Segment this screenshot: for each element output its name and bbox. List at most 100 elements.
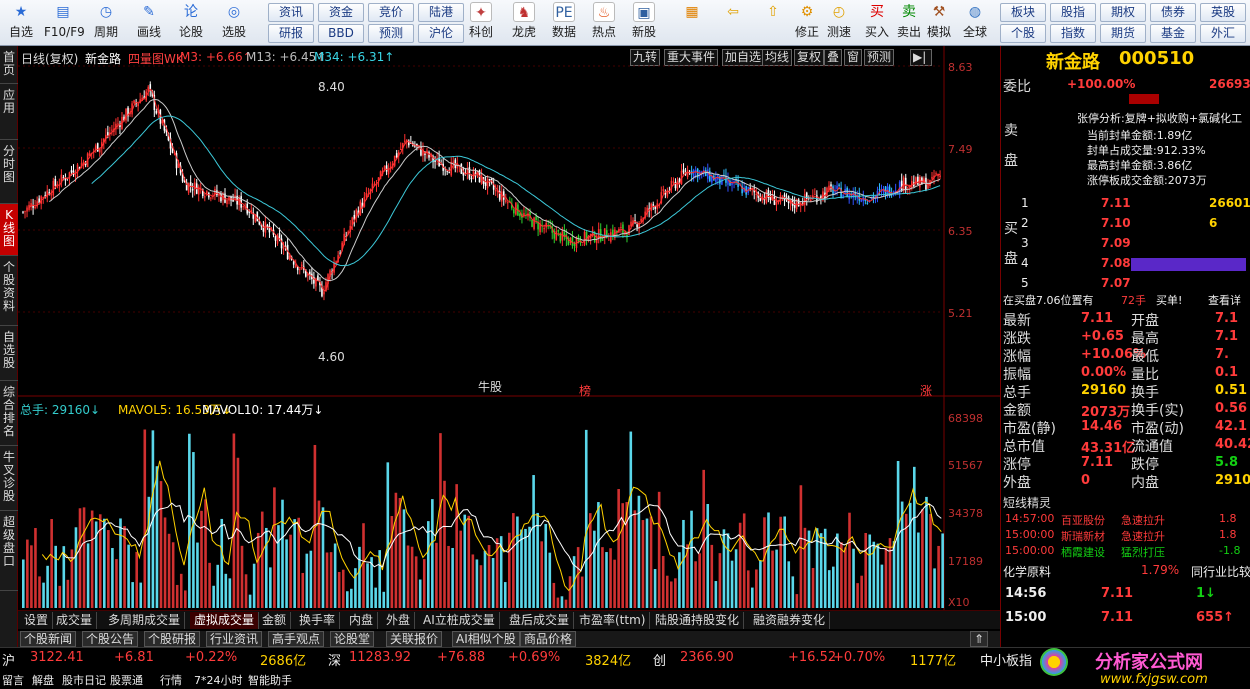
candlestick-svg[interactable] (18, 46, 1000, 610)
indicator-tab-8[interactable]: AI立桩成交量 (419, 612, 500, 629)
market-button-6[interactable]: 指数 (1050, 24, 1096, 43)
star-tool[interactable]: ★ 自选 (2, 2, 40, 44)
news-tab-1[interactable]: 个股公告 (82, 631, 139, 647)
news-tab-4[interactable]: 高手观点 (268, 631, 325, 647)
speed-tool[interactable]: ◴ 测速 (822, 2, 856, 44)
indicator-tab-7[interactable]: 外盘 (382, 612, 416, 629)
toolbar-button-4[interactable]: 研报 (268, 24, 314, 43)
sprite-stock[interactable]: 百亚股份 (1061, 512, 1105, 528)
left-tab-2[interactable]: 分时图 (0, 140, 18, 204)
toolbar-button-6[interactable]: 预测 (368, 24, 414, 43)
sz-index[interactable]: 11283.92 (349, 650, 411, 665)
limit-analysis[interactable]: 张停分析:复牌+拟收购+氯碱化工 (1077, 110, 1242, 126)
toolbar-button-5[interactable]: BBD (318, 24, 364, 43)
left-tab-8[interactable]: 超级盘口 (0, 511, 18, 591)
bottom-link-3[interactable]: 股票通 (110, 672, 143, 688)
toolbar-button-0[interactable]: 资讯 (268, 3, 314, 22)
new-stock-tool[interactable]: ▣ 新股 (625, 2, 663, 44)
news-tab-3[interactable]: 行业资讯 (206, 631, 263, 647)
sprite-title[interactable]: 短线精灵 (1003, 494, 1051, 511)
forum-tool[interactable]: 论论股 (172, 2, 210, 44)
indicator-tab-1[interactable]: 成交量 (52, 612, 98, 629)
indicator-tab-3[interactable]: 虚拟成交量 (190, 612, 260, 629)
bottom-link-5[interactable]: 7*24小时 (194, 672, 243, 688)
indicator-tab-5[interactable]: 换手率 (295, 612, 341, 629)
indicator-tab-0[interactable]: 设置 (20, 612, 54, 629)
sh-index[interactable]: 3122.41 (30, 650, 84, 665)
industry-compare[interactable]: 同行业比较 (1191, 563, 1250, 580)
news-tab-6[interactable]: 关联报价 (386, 631, 443, 647)
toolbar-button-7[interactable]: 沪伦 (418, 24, 464, 43)
book-price[interactable]: 7.08 (1101, 256, 1131, 270)
star-market-tool[interactable]: ✦ 科创 (462, 2, 500, 44)
buy-tool[interactable]: 买买入 (860, 2, 894, 44)
bottom-link-6[interactable]: 智能助手 (248, 672, 292, 688)
news-tab-2[interactable]: 个股研报 (144, 631, 201, 647)
book-price[interactable]: 7.07 (1101, 276, 1131, 290)
bottom-link-4[interactable]: 行情 (160, 672, 182, 688)
market-button-4[interactable]: 英股 (1200, 3, 1246, 22)
market-button-0[interactable]: 板块 (1000, 3, 1046, 22)
pen-tool[interactable]: ✎ 画线 (130, 2, 168, 44)
cy-index[interactable]: 2366.90 (680, 650, 734, 665)
hot-tool[interactable]: ♨ 热点 (585, 2, 623, 44)
market-button-8[interactable]: 基金 (1150, 24, 1196, 43)
left-tab-1[interactable]: 应用 (0, 84, 18, 140)
select-stock-tool[interactable]: ◎ 选股 (215, 2, 253, 44)
indicator-tab-12[interactable]: 融资融券变化 (749, 612, 831, 629)
market-button-5[interactable]: 个股 (1000, 24, 1046, 43)
f10-tool[interactable]: ▤ F10/F9 (44, 2, 85, 44)
bottom-link-2[interactable]: 股市日记 (62, 672, 106, 688)
fix-tool[interactable]: ⚙ 修正 (790, 2, 824, 44)
book-price[interactable]: 7.09 (1101, 236, 1131, 250)
indicator-tab-6[interactable]: 内盘 (345, 612, 379, 629)
dragon-tiger-tool[interactable]: ♞ 龙虎 (505, 2, 543, 44)
sprite-stock[interactable]: 栖霞建设 (1061, 544, 1105, 560)
candle-body (915, 177, 917, 185)
toolbar-button-1[interactable]: 资金 (318, 3, 364, 22)
news-tab-5[interactable]: 论股堂 (330, 631, 375, 647)
market-button-3[interactable]: 债券 (1150, 3, 1196, 22)
toolbar-button-3[interactable]: 陆港 (418, 3, 464, 22)
sell-tool[interactable]: 卖卖出 (892, 2, 926, 44)
zhang-marker[interactable]: 涨 (920, 382, 932, 399)
market-button-2[interactable]: 期权 (1100, 3, 1146, 22)
indicator-tab-4[interactable]: 金额 (258, 612, 292, 629)
market-button-1[interactable]: 股指 (1050, 3, 1096, 22)
expand-up-icon[interactable]: ⇑ (970, 631, 988, 647)
market-button-9[interactable]: 外汇 (1200, 24, 1246, 43)
collapse-arrow-icon[interactable] (1129, 94, 1159, 104)
left-tab-4[interactable]: 个股资料 (0, 256, 18, 326)
indicator-tab-9[interactable]: 盘后成交量 (505, 612, 575, 629)
indicator-tab-10[interactable]: 市盈率(ttm) (575, 612, 651, 629)
industry-name[interactable]: 化学原料 (1003, 563, 1051, 580)
left-tab-7[interactable]: 牛叉诊股 (0, 446, 18, 511)
left-tab-5[interactable]: 自选股 (0, 326, 18, 381)
hammer-tool[interactable]: ⚒ 模拟 (922, 2, 956, 44)
left-tab-3[interactable]: K线图 (0, 204, 18, 256)
left-tab-6[interactable]: 综合排名 (0, 381, 18, 446)
sprite-stock[interactable]: 斯瑞新材 (1061, 528, 1105, 544)
bottom-link-1[interactable]: 解盘 (32, 672, 54, 688)
pe-data-tool[interactable]: PE 数据 (545, 2, 583, 44)
back-arrow-tool[interactable]: ⇦ (716, 2, 750, 44)
globe-tool[interactable]: ◍ 全球 (958, 2, 992, 44)
bottom-link-0[interactable]: 留言 (2, 672, 24, 688)
toolbar-button-2[interactable]: 竞价 (368, 3, 414, 22)
news-tab-0[interactable]: 个股新闻 (20, 631, 77, 647)
view-detail-link[interactable]: 查看详 (1208, 292, 1241, 308)
small-cap-index[interactable]: 中小板指 (980, 650, 1032, 669)
indicator-tab-11[interactable]: 陆股通持股变化 (651, 612, 745, 629)
clock-tool[interactable]: ◷ 周期 (87, 2, 125, 44)
up-arrow-tool[interactable]: ⇧ (756, 2, 790, 44)
news-tab-7[interactable]: AI相似个股 (452, 631, 520, 647)
bang-marker[interactable]: 榜 (579, 382, 591, 399)
news-tab-8[interactable]: 商品价格 (520, 631, 577, 647)
book-price[interactable]: 7.11 (1101, 196, 1131, 210)
left-tab-0[interactable]: 首页 (0, 46, 18, 84)
book-price[interactable]: 7.10 (1101, 216, 1131, 230)
grid-tool[interactable]: ▦ (675, 2, 709, 44)
niugu-marker[interactable]: 牛股 (478, 378, 502, 395)
indicator-tab-2[interactable]: 多周期成交量 (104, 612, 186, 629)
market-button-7[interactable]: 期货 (1100, 24, 1146, 43)
